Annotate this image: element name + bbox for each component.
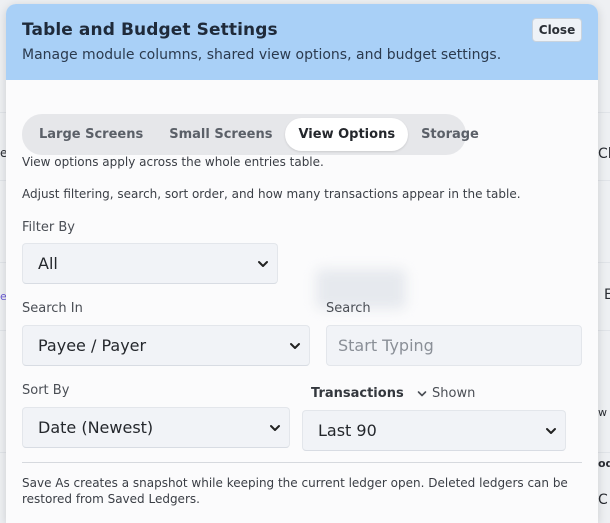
tab-view-options[interactable]: View Options [285, 118, 409, 151]
search-in-label: Search In [22, 301, 83, 316]
bg-cell-fragment: od [598, 457, 610, 470]
sort-by-label: Sort By [22, 383, 70, 398]
modal-subtitle: Manage module columns, shared view optio… [22, 47, 502, 63]
chevron-down-icon [417, 390, 427, 396]
footer-note: Save As creates a snapshot while keeping… [22, 476, 568, 506]
filter-by-label: Filter By [22, 220, 75, 235]
tab-storage[interactable]: Storage [408, 118, 492, 151]
transactions-select[interactable]: Last 90 [302, 410, 566, 451]
sort-by-value: Date (Newest) [38, 418, 154, 437]
section-divider [22, 462, 582, 463]
view-options-description: Adjust filtering, search, sort order, an… [22, 187, 521, 201]
sort-by-select[interactable]: Date (Newest) [22, 407, 290, 448]
search-input[interactable]: Start Typing [326, 325, 582, 366]
search-in-value: Payee / Payer [38, 336, 147, 355]
chevron-down-icon [290, 342, 300, 349]
modal-header: Table and Budget Settings Manage module … [6, 4, 598, 80]
filter-by-select[interactable]: All [22, 243, 278, 284]
tab-large-screens[interactable]: Large Screens [26, 118, 156, 151]
shown-toggle-label: Shown [432, 386, 476, 401]
chevron-down-icon [546, 427, 556, 434]
transactions-value: Last 90 [318, 421, 377, 440]
chevron-down-icon [258, 260, 268, 267]
filter-by-value: All [38, 254, 58, 273]
shown-toggle[interactable]: Shown [417, 386, 475, 401]
settings-tabs: Large Screens Small Screens View Options… [22, 114, 479, 155]
view-options-intro: View options apply across the whole entr… [22, 155, 324, 169]
search-in-select[interactable]: Payee / Payer [22, 325, 310, 366]
settings-modal: Table and Budget Settings Manage module … [6, 4, 598, 523]
tab-small-screens[interactable]: Small Screens [156, 118, 285, 151]
close-button[interactable]: Close [532, 18, 582, 42]
bg-cell-fragment: w [598, 406, 607, 419]
transactions-label: Transactions [311, 386, 404, 401]
search-label: Search [326, 301, 371, 316]
bg-cell-fragment: E [604, 287, 610, 303]
modal-title: Table and Budget Settings [22, 20, 278, 40]
bg-cell-fragment: C [598, 492, 608, 508]
chevron-down-icon [270, 424, 280, 431]
bg-cell-fragment: Cl [598, 146, 610, 162]
